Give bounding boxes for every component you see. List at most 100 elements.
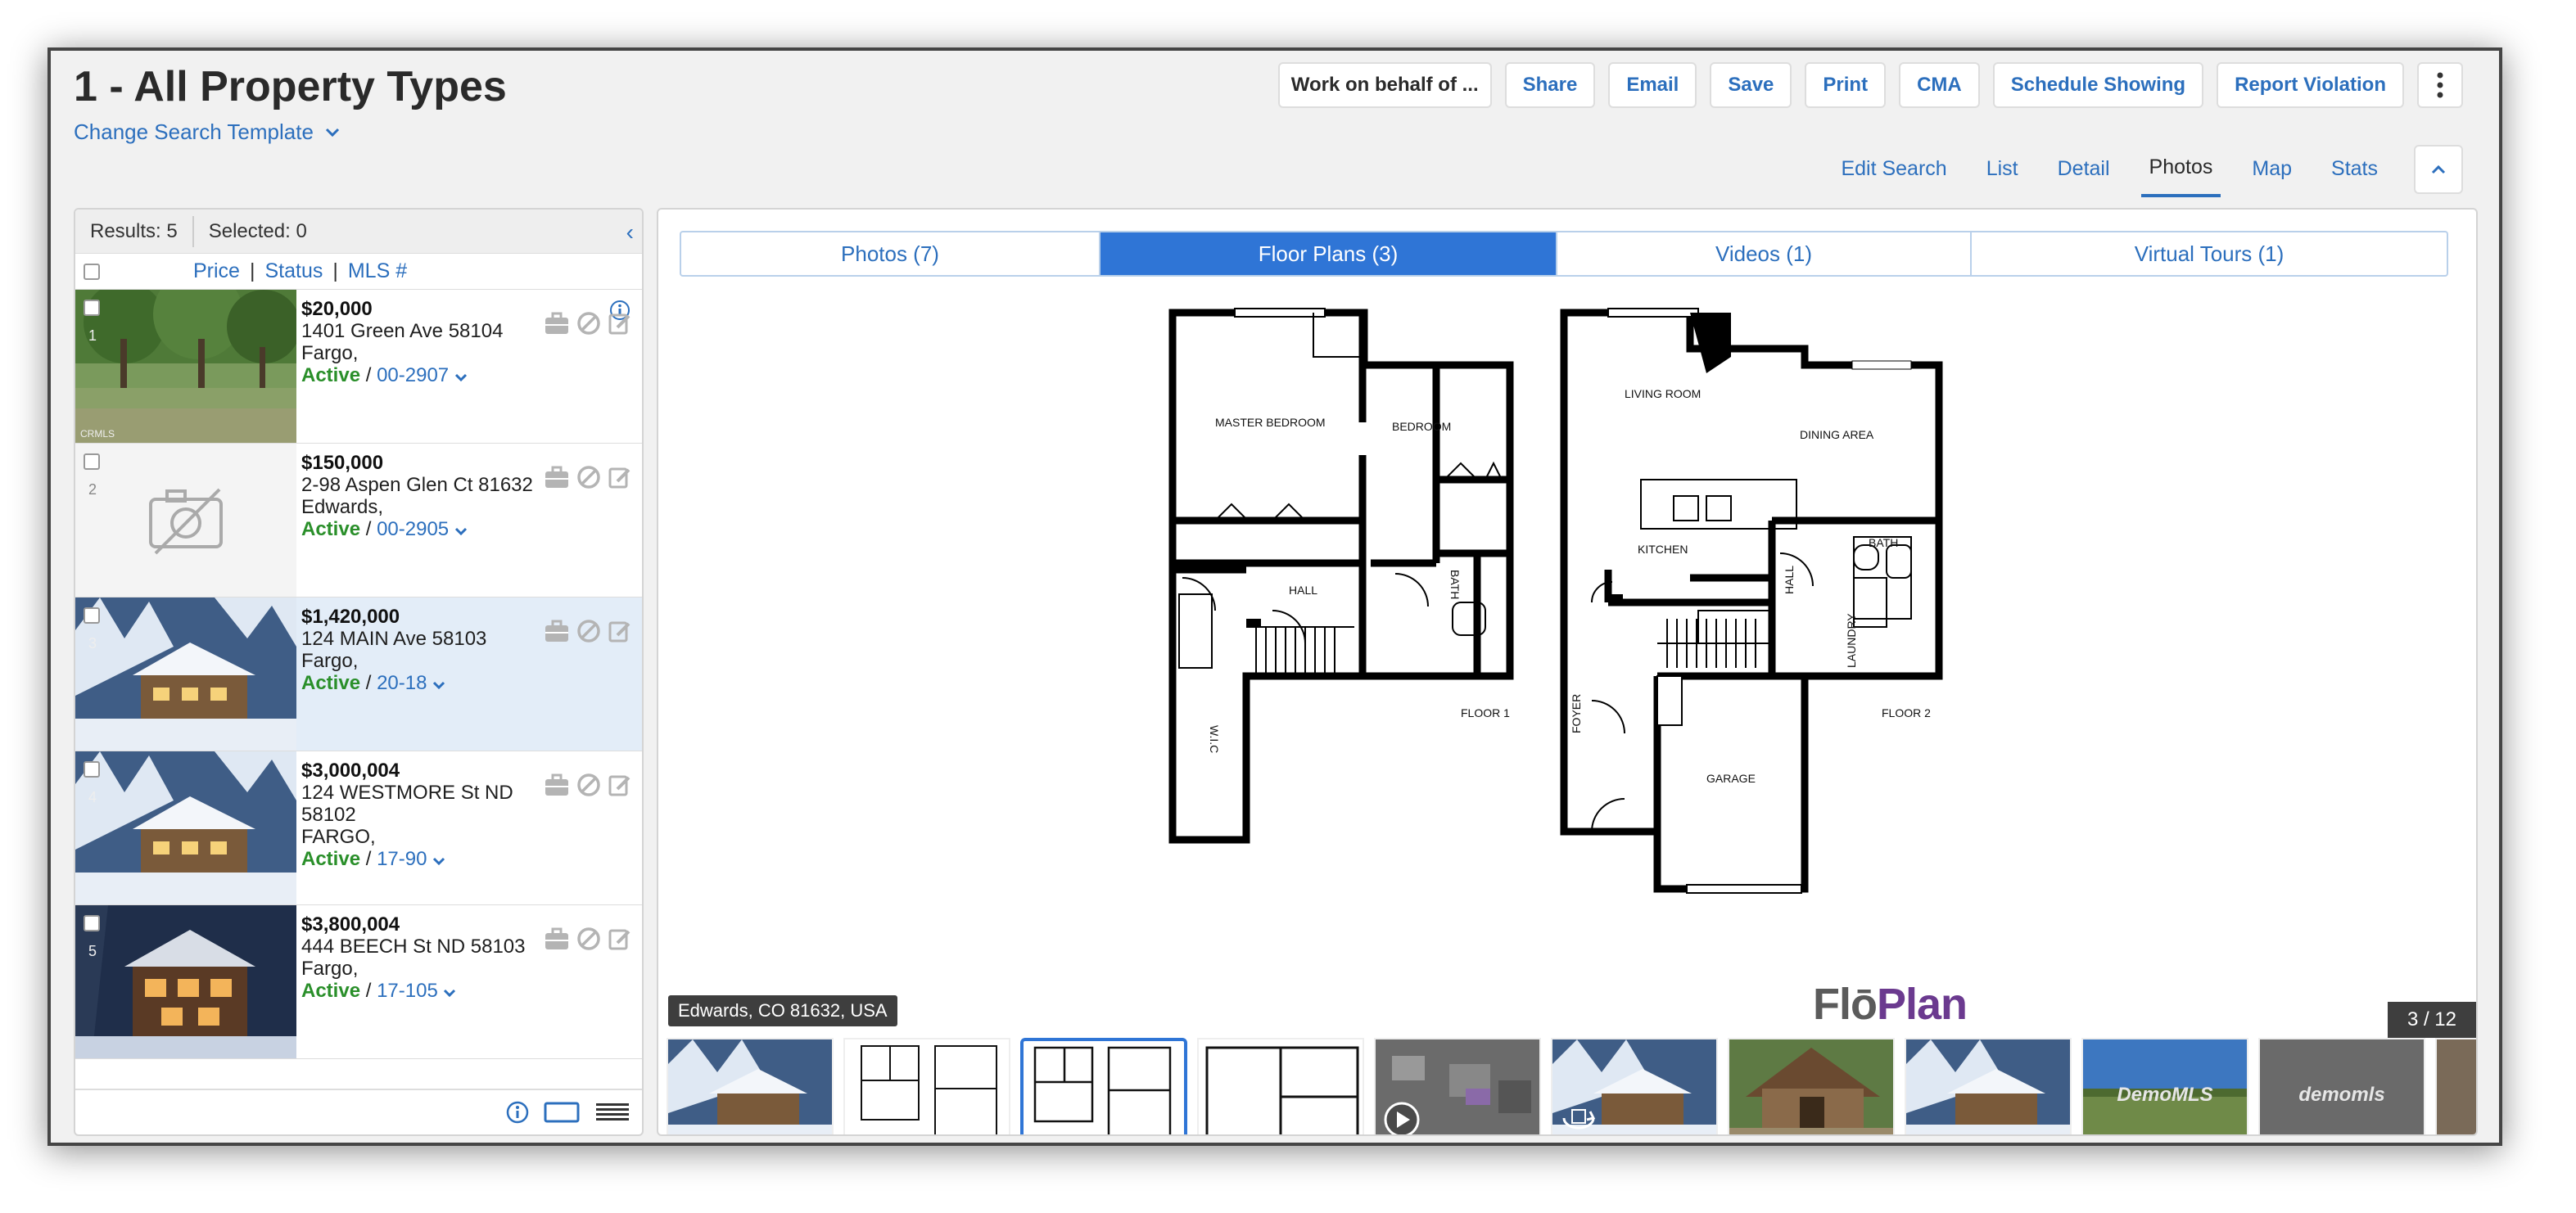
- strip-thumb[interactable]: [1905, 1038, 2072, 1134]
- tab-videos[interactable]: Videos (1): [1557, 232, 1972, 275]
- strip-thumb-active[interactable]: [1020, 1038, 1187, 1134]
- block-icon[interactable]: [576, 773, 601, 797]
- more-options-button[interactable]: [2417, 62, 2463, 108]
- listing-address-line2: 58102: [301, 804, 356, 826]
- tab-detail[interactable]: Detail: [2050, 142, 2118, 196]
- row-checkbox[interactable]: [84, 607, 100, 624]
- sort-status[interactable]: Status: [264, 259, 323, 283]
- forest-photo: [75, 290, 296, 443]
- briefcase-icon[interactable]: [544, 311, 570, 336]
- briefcase-icon[interactable]: [544, 773, 570, 797]
- row-checkbox[interactable]: [84, 761, 100, 778]
- listing-thumbnail[interactable]: 3: [75, 597, 296, 751]
- listing-info: $3,000,004 124 WESTMORE St ND 58102 FARG…: [301, 760, 513, 870]
- fp-bath2-label: BATH: [1869, 536, 1898, 549]
- block-icon[interactable]: [576, 465, 601, 489]
- chevron-down-icon[interactable]: [454, 373, 468, 382]
- chevron-down-icon[interactable]: [443, 989, 456, 998]
- block-icon[interactable]: [576, 619, 601, 643]
- separator: |: [332, 259, 338, 282]
- work-on-behalf-button[interactable]: Work on behalf of ...: [1277, 62, 1492, 108]
- save-button[interactable]: Save: [1710, 62, 1792, 108]
- listing-mls[interactable]: 20-18: [377, 672, 427, 694]
- edit-icon[interactable]: [608, 465, 632, 489]
- strip-thumb[interactable]: [667, 1038, 834, 1134]
- share-button[interactable]: Share: [1504, 62, 1596, 108]
- row-number: 1: [88, 327, 97, 344]
- sort-mls[interactable]: MLS #: [348, 259, 407, 283]
- strip-thumb[interactable]: [2435, 1038, 2476, 1134]
- edit-icon[interactable]: [608, 927, 632, 951]
- row-checkbox[interactable]: [84, 915, 100, 931]
- chevron-down-icon[interactable]: [432, 857, 445, 866]
- info-icon[interactable]: [506, 1101, 529, 1124]
- thumbnail-strip: DemoMLS demomls: [667, 1038, 2476, 1134]
- night-house-photo: [75, 905, 296, 1058]
- fp-laundry-label: LAUNDRY: [1845, 613, 1858, 668]
- listing-thumbnail[interactable]: 1 CRMLS: [75, 290, 296, 443]
- briefcase-icon[interactable]: [544, 619, 570, 643]
- tab-photos-media[interactable]: Photos (7): [681, 232, 1100, 275]
- listing-mls[interactable]: 00-2907: [377, 364, 449, 386]
- row-number: 4: [88, 789, 97, 805]
- block-icon[interactable]: [576, 927, 601, 951]
- tab-edit-search[interactable]: Edit Search: [1833, 142, 1955, 196]
- tab-map[interactable]: Map: [2244, 142, 2300, 196]
- listing-mls[interactable]: 17-105: [377, 980, 438, 1002]
- tab-stats[interactable]: Stats: [2323, 142, 2386, 196]
- change-search-template-link[interactable]: Change Search Template: [74, 119, 340, 145]
- strip-thumb[interactable]: [843, 1038, 1010, 1134]
- demomls-watermark: DemoMLS: [2117, 1084, 2213, 1106]
- cma-button[interactable]: CMA: [1899, 62, 1980, 108]
- briefcase-icon[interactable]: [544, 465, 570, 489]
- strip-thumb-virtual-tour[interactable]: [1551, 1038, 1718, 1134]
- fp-hall2-label: HALL: [1783, 566, 1796, 594]
- row-actions: [544, 458, 632, 612]
- listing-status: Active: [301, 672, 361, 694]
- briefcase-icon[interactable]: [544, 927, 570, 951]
- listing-thumbnail[interactable]: 2: [75, 444, 296, 597]
- schedule-showing-button[interactable]: Schedule Showing: [1992, 62, 2204, 108]
- logo-part-a: Flō: [1813, 980, 1878, 1029]
- strip-thumb[interactable]: [1197, 1038, 1364, 1134]
- listing-thumbnail[interactable]: 5: [75, 905, 296, 1058]
- row-number: 5: [88, 943, 97, 959]
- card-view-icon[interactable]: [544, 1102, 580, 1123]
- listing-address: 2-98 Aspen Glen Ct 81632: [301, 474, 533, 496]
- listing-city: Edwards,: [301, 496, 384, 518]
- email-button[interactable]: Email: [1608, 62, 1697, 108]
- tab-list[interactable]: List: [1978, 142, 2027, 196]
- row-action-columns: [544, 304, 632, 1074]
- listing-thumbnail[interactable]: 4: [75, 751, 296, 904]
- photo-watermark: CRMLS: [80, 428, 115, 440]
- strip-thumb[interactable]: demomls: [2258, 1038, 2425, 1134]
- strip-thumb[interactable]: DemoMLS: [2081, 1038, 2248, 1134]
- strip-thumb-video[interactable]: [1374, 1038, 1541, 1134]
- chevron-down-icon[interactable]: [454, 527, 468, 536]
- collapse-header-button[interactable]: [2414, 144, 2463, 194]
- tab-virtual-tours[interactable]: Virtual Tours (1): [1972, 232, 2447, 275]
- collapse-panel-icon[interactable]: ‹: [626, 219, 634, 246]
- listing-mls[interactable]: 00-2905: [377, 518, 449, 540]
- edit-icon[interactable]: [608, 311, 632, 336]
- strip-thumb[interactable]: [1728, 1038, 1895, 1134]
- fp-foyer-label: FOYER: [1570, 694, 1583, 733]
- report-violation-button[interactable]: Report Violation: [2217, 62, 2404, 108]
- tab-floor-plans[interactable]: Floor Plans (3): [1100, 232, 1557, 275]
- listing-mls[interactable]: 17-90: [377, 848, 427, 870]
- list-view-icon[interactable]: [594, 1102, 630, 1123]
- tab-photos[interactable]: Photos: [2140, 141, 2221, 197]
- block-icon[interactable]: [576, 311, 601, 336]
- edit-icon[interactable]: [608, 773, 632, 797]
- print-button[interactable]: Print: [1805, 62, 1887, 108]
- edit-icon[interactable]: [608, 619, 632, 643]
- row-checkbox[interactable]: [84, 300, 100, 316]
- select-all-checkbox[interactable]: [84, 263, 100, 280]
- row-checkbox[interactable]: [84, 453, 100, 470]
- fp-master-label: MASTER BEDROOM: [1215, 416, 1326, 429]
- snow-house-photo: [75, 751, 296, 904]
- sort-price[interactable]: Price: [193, 259, 240, 283]
- listing-address: 1401 Green Ave 58104: [301, 320, 504, 342]
- listing-info: $150,000 2-98 Aspen Glen Ct 81632 Edward…: [301, 452, 533, 540]
- chevron-down-icon[interactable]: [432, 681, 445, 690]
